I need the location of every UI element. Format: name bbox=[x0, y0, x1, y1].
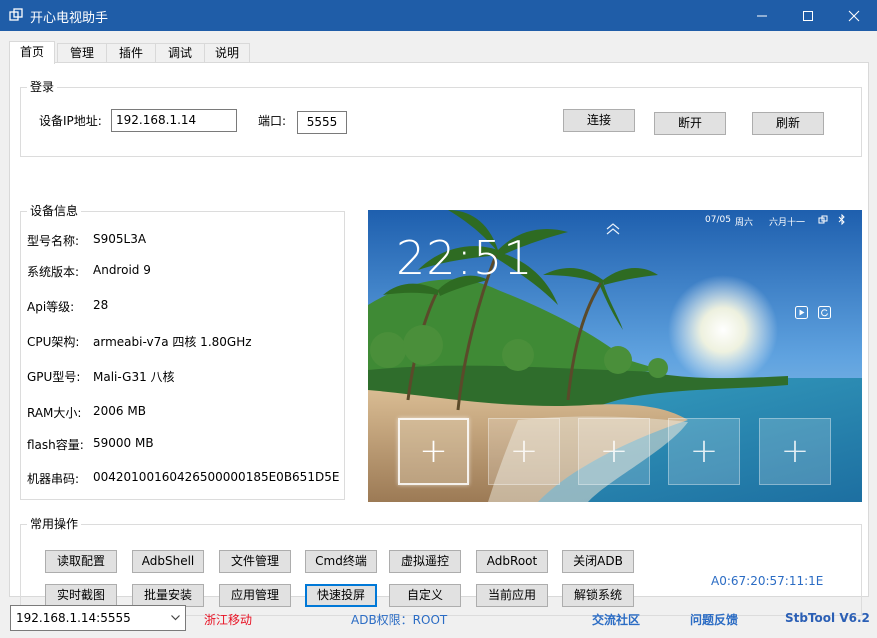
minimize-button[interactable] bbox=[739, 0, 785, 31]
tv-tile-1[interactable]: + bbox=[398, 418, 469, 485]
chevron-down-icon bbox=[171, 615, 180, 621]
info-key: Api等级: bbox=[27, 300, 75, 314]
tv-date: 07/05 bbox=[705, 215, 731, 225]
close-adb-button[interactable]: 关闭ADB bbox=[562, 550, 634, 573]
device-select-value: 192.168.1.14:5555 bbox=[16, 611, 131, 625]
adbroot-button[interactable]: AdbRoot bbox=[476, 550, 548, 573]
port-label: 端口: bbox=[258, 114, 287, 128]
tv-tile-4[interactable]: + bbox=[668, 418, 740, 485]
tv-weekday: 周六 bbox=[735, 218, 754, 228]
disconnect-button[interactable]: 断开 bbox=[654, 112, 726, 135]
home-tab-page: 登录 设备IP地址: 192.168.1.14 端口: 5555 连接 断开 刷… bbox=[9, 62, 869, 616]
info-key: 型号名称: bbox=[27, 234, 80, 248]
close-icon bbox=[848, 10, 860, 22]
carrier-label: 浙江移动 bbox=[204, 613, 253, 627]
device-select[interactable]: 192.168.1.14:5555 bbox=[10, 605, 186, 631]
login-group: 登录 设备IP地址: 192.168.1.14 端口: 5555 连接 断开 刷… bbox=[20, 80, 862, 157]
virtual-remote-button[interactable]: 虚拟遥控 bbox=[389, 550, 461, 573]
cmd-terminal-button[interactable]: Cmd终端 bbox=[305, 550, 377, 573]
tab-debug[interactable]: 调试 bbox=[155, 43, 205, 63]
info-value: 00420100160426500000185E0B651D5E bbox=[93, 470, 340, 484]
info-key: flash容量: bbox=[27, 438, 84, 452]
mac-address: A0:67:20:57:11:1E bbox=[711, 574, 824, 588]
minimize-icon bbox=[757, 15, 767, 17]
tab-plugins[interactable]: 插件 bbox=[106, 43, 156, 63]
tab-home[interactable]: 首页 bbox=[9, 41, 55, 64]
tv-tile-2[interactable]: + bbox=[488, 418, 560, 485]
login-group-title: 登录 bbox=[27, 80, 58, 94]
tv-lunar-date: 六月十一 bbox=[769, 218, 806, 228]
refresh-icon bbox=[818, 306, 831, 319]
read-config-button[interactable]: 读取配置 bbox=[45, 550, 117, 573]
tab-manage[interactable]: 管理 bbox=[57, 43, 107, 63]
ip-input[interactable]: 192.168.1.14 bbox=[111, 109, 237, 132]
info-value: 2006 MB bbox=[93, 404, 146, 418]
close-button[interactable] bbox=[831, 0, 877, 31]
version-label: StbTool V6.2 bbox=[785, 611, 870, 625]
info-value: armeabi-v7a 四核 1.80GHz bbox=[93, 335, 252, 349]
chevron-up-icon bbox=[606, 223, 620, 235]
info-value: Android 9 bbox=[93, 263, 151, 277]
info-key: CPU架构: bbox=[27, 335, 80, 349]
status-bar: 192.168.1.14:5555 浙江移动 ADB权限：ROOT 交流社区 问… bbox=[0, 600, 877, 638]
tv-clock: 22:51 bbox=[396, 231, 534, 285]
tv-tile-5[interactable]: + bbox=[759, 418, 831, 485]
tv-screen-preview[interactable]: 22:51 07/05 周六 六月十一 + + + + + bbox=[368, 210, 862, 502]
info-key: 系统版本: bbox=[27, 265, 80, 279]
info-key: RAM大小: bbox=[27, 406, 82, 420]
refresh-button[interactable]: 刷新 bbox=[752, 112, 824, 135]
ip-label: 设备IP地址: bbox=[39, 114, 102, 128]
connect-button[interactable]: 连接 bbox=[563, 109, 635, 132]
app-icon bbox=[9, 8, 23, 21]
info-value: Mali-G31 八核 bbox=[93, 370, 175, 384]
tv-tile-3[interactable]: + bbox=[578, 418, 650, 485]
community-link[interactable]: 交流社区 bbox=[592, 611, 640, 628]
network-icon bbox=[818, 215, 828, 224]
feedback-link[interactable]: 问题反馈 bbox=[690, 611, 738, 628]
title-bar: 开心电视助手 bbox=[0, 0, 877, 31]
window-title: 开心电视助手 bbox=[30, 11, 109, 26]
common-ops-group-title: 常用操作 bbox=[27, 517, 82, 531]
port-input[interactable]: 5555 bbox=[297, 111, 347, 134]
adb-permission-label: ADB权限：ROOT bbox=[351, 613, 448, 627]
bluetooth-icon bbox=[838, 214, 845, 225]
device-info-group: 设备信息 型号名称: S905L3A 系统版本: Android 9 Api等级… bbox=[20, 204, 345, 500]
info-key: GPU型号: bbox=[27, 370, 81, 384]
tab-help[interactable]: 说明 bbox=[204, 43, 250, 63]
maximize-button[interactable] bbox=[785, 0, 831, 31]
play-icon bbox=[795, 306, 808, 319]
adbshell-button[interactable]: AdbShell bbox=[132, 550, 204, 573]
info-key: 机器串码: bbox=[27, 472, 80, 486]
info-value: S905L3A bbox=[93, 232, 147, 246]
client-area: 首页 管理 插件 调试 说明 登录 设备IP地址: 192.168.1.14 端… bbox=[0, 31, 877, 638]
file-manager-button[interactable]: 文件管理 bbox=[219, 550, 291, 573]
device-info-group-title: 设备信息 bbox=[27, 204, 82, 218]
info-value: 28 bbox=[93, 298, 109, 312]
maximize-icon bbox=[803, 11, 813, 21]
info-value: 59000 MB bbox=[93, 436, 154, 450]
